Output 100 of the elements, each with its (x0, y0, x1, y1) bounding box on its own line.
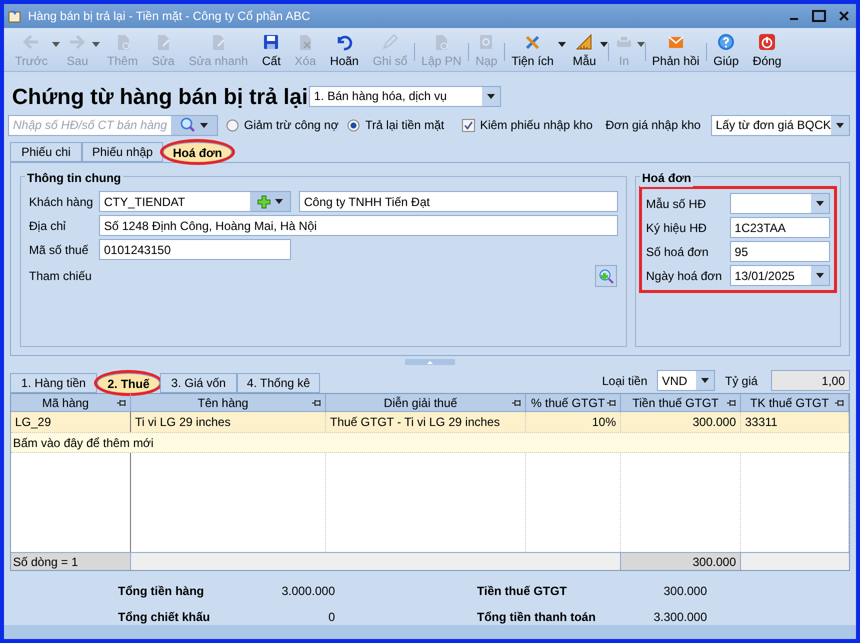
add-row-hint[interactable]: Bấm vào đây để thêm mới (11, 433, 156, 452)
tab[interactable]: Phiếu chi (10, 142, 82, 162)
field-label: Loại tiền (602, 372, 648, 390)
exchange-rate-field[interactable]: 1,00 (771, 370, 850, 391)
column-header[interactable]: Mã hàng (11, 394, 131, 411)
column-header[interactable]: Diễn giải thuế (326, 394, 526, 411)
arrow-left-icon (22, 32, 40, 50)
input-field[interactable]: 1C23TAA (730, 217, 830, 238)
caret-icon (816, 273, 824, 278)
caret-icon (701, 378, 709, 383)
column-header[interactable]: % thuế GTGT (526, 394, 621, 411)
address-field[interactable]: Số 1248 Định Công, Hoàng Mai, Hà Nội (99, 215, 618, 236)
arrow-right-icon (68, 32, 86, 50)
column-header[interactable]: Tên hàng (131, 394, 326, 411)
field-label: Ngày hoá đơn (646, 268, 723, 284)
pin-icon[interactable] (312, 399, 321, 407)
input-field[interactable]: 95 (730, 241, 830, 262)
tax-total-cell: 300.000 (621, 553, 741, 570)
field-label: Địa chỉ (29, 218, 67, 234)
page-heading: Chứng từ hàng bán bị trả lại (12, 82, 309, 111)
total-label: Tổng tiền hàng (118, 583, 205, 600)
ruler-icon (575, 32, 594, 50)
radio-button[interactable] (226, 118, 239, 132)
currency-dropdown[interactable]: VND (657, 370, 715, 391)
customer-code-field[interactable]: CTY_TIENDAT (99, 191, 291, 212)
table-row[interactable]: LG_29 Ti vi LG 29 inches Thuế GTGT - Ti vi LG 29 inches 10% 300.000 33311 (11, 412, 849, 433)
search-field[interactable]: Nhập số HĐ/số CT bán hàng (8, 114, 218, 136)
toolbar-button[interactable]: Giúp (706, 32, 746, 66)
pin-icon[interactable] (835, 399, 844, 407)
caret-icon (816, 201, 824, 206)
field-label: Tham chiếu (29, 268, 93, 285)
voucher-type-dropdown[interactable]: 1. Bán hàng hóa, dịch vụ (309, 86, 501, 106)
total-value: 300.000 (662, 583, 707, 600)
caret-icon (836, 122, 844, 128)
checkbox-option[interactable]: Kiêm phiếu nhập kho (462, 116, 606, 134)
power-icon (758, 32, 776, 50)
pin-icon[interactable] (607, 399, 616, 407)
dropdown-field[interactable]: 13/01/2025 (730, 265, 830, 286)
field-label: Khách hàng (29, 194, 94, 210)
toolbar-button[interactable]: Tiện ích (504, 32, 561, 66)
radio-option[interactable]: Giảm trừ công nợ (226, 116, 340, 134)
field-label: Ký hiệu HĐ (646, 220, 708, 236)
maximize-icon[interactable] (812, 10, 826, 22)
tab[interactable]: 1. Hàng tiền (10, 373, 97, 393)
caret-icon (275, 199, 283, 204)
tax-code-field[interactable]: 0101243150 (99, 239, 291, 260)
caret-icon (558, 42, 566, 47)
search-add-icon (598, 268, 614, 284)
table-cell: LG_29 (11, 412, 131, 432)
column-header[interactable]: TK thuế GTGT (741, 394, 849, 411)
field-label: Mẫu số HĐ (646, 196, 708, 212)
toolbar-button[interactable]: Hoãn (323, 32, 366, 66)
table-cell: 10% (526, 412, 621, 432)
search-icon (180, 117, 196, 133)
table-cell: Ti vi LG 29 inches (131, 412, 326, 432)
close-icon[interactable] (838, 10, 850, 22)
caret-icon (52, 42, 60, 47)
table-cell: 33311 (741, 412, 849, 432)
tab[interactable]: Hoá đơn (163, 142, 232, 162)
total-value: 0 (327, 609, 335, 626)
toolbar-button[interactable]: Cất (254, 32, 288, 66)
checkbox[interactable] (462, 118, 475, 132)
field-label: Mã số thuế (29, 242, 90, 258)
table-cell: Thuế GTGT - Ti vi LG 29 inches (326, 412, 526, 432)
app-icon (8, 9, 22, 23)
dropdown-field[interactable] (730, 193, 830, 214)
total-value: 3.000.000 (280, 583, 335, 600)
total-label: Tổng chiết khấu (118, 609, 212, 626)
pencil-icon (381, 32, 400, 50)
caret-icon (92, 42, 100, 47)
unit-price-dropdown[interactable]: Lấy từ đơn giá BQCK (710, 114, 850, 136)
caret-icon (637, 42, 646, 47)
splitter-handle[interactable] (405, 359, 455, 365)
plus-icon[interactable] (257, 194, 271, 208)
pin-icon[interactable] (117, 399, 126, 407)
tab[interactable]: 4. Thống kê (237, 373, 320, 393)
caret-icon (600, 42, 608, 47)
field-label: Số hoá đơn (646, 244, 710, 260)
total-label: Tổng tiền thanh toán (477, 609, 597, 626)
table-cell: 300.000 (621, 412, 741, 432)
column-header[interactable]: Tiền thuế GTGT (621, 394, 741, 411)
total-value: 3.300.000 (652, 609, 707, 626)
radio-button[interactable] (347, 118, 360, 132)
pin-icon[interactable] (727, 399, 736, 407)
tab[interactable]: Phiếu nhập (82, 142, 163, 162)
radio-option[interactable]: Trả lại tiền mặt (347, 116, 454, 134)
row-count: Số dòng = 1 (11, 553, 131, 570)
tab[interactable]: 3. Giá vốn (160, 373, 237, 393)
help-icon (717, 32, 736, 50)
caret-icon (487, 94, 495, 98)
caret-icon (200, 122, 208, 128)
add-reference-button[interactable] (595, 265, 617, 287)
total-label: Tiền thuế GTGT (477, 583, 568, 600)
toolbar-button[interactable]: Mẫu (566, 32, 604, 66)
pin-icon[interactable] (512, 399, 521, 407)
tab[interactable]: 2. Thuế (97, 373, 160, 393)
toolbar-button[interactable]: Phản hồi (645, 32, 706, 66)
field-label: Tỷ giá (725, 372, 759, 390)
toolbar-button[interactable]: Đóng (746, 32, 788, 66)
customer-name-field[interactable]: Công ty TNHH Tiến Đạt (299, 191, 618, 212)
